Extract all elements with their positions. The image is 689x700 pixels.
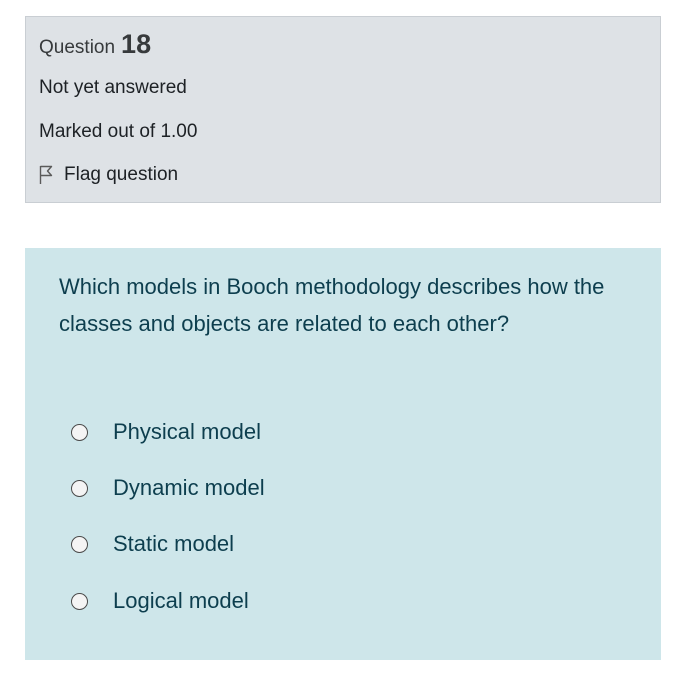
radio-button[interactable] [71, 479, 88, 497]
question-text: Which models in Booch methodology descri… [59, 274, 605, 336]
flag-question-link[interactable]: Flag question [39, 164, 178, 186]
flag-question-label: Flag question [64, 164, 179, 185]
answer-option-logical[interactable]: Logical model [71, 588, 249, 614]
answer-option-dynamic[interactable]: Dynamic model [71, 475, 265, 501]
answer-option-label: Logical model [113, 588, 249, 613]
flag-icon [39, 165, 64, 185]
radio-button[interactable] [71, 535, 88, 553]
question-number: 18 [121, 29, 152, 59]
question-label: Question [39, 37, 116, 58]
answer-option-physical[interactable]: Physical model [71, 419, 261, 445]
question-marks: Marked out of 1.00 [39, 121, 198, 142]
answer-option-label: Static model [113, 531, 235, 556]
radio-button[interactable] [71, 423, 88, 441]
question-state: Not yet answered [39, 77, 187, 98]
question-info-panel: Question 18 Not yet answered Marked out o… [25, 16, 661, 203]
answer-option-static[interactable]: Static model [71, 531, 234, 557]
answer-option-label: Dynamic model [113, 475, 265, 500]
question-content-panel: Which models in Booch methodology descri… [25, 248, 661, 660]
answer-option-label: Physical model [113, 419, 261, 444]
radio-button[interactable] [71, 592, 88, 610]
question-heading: Question 18 [39, 29, 151, 60]
